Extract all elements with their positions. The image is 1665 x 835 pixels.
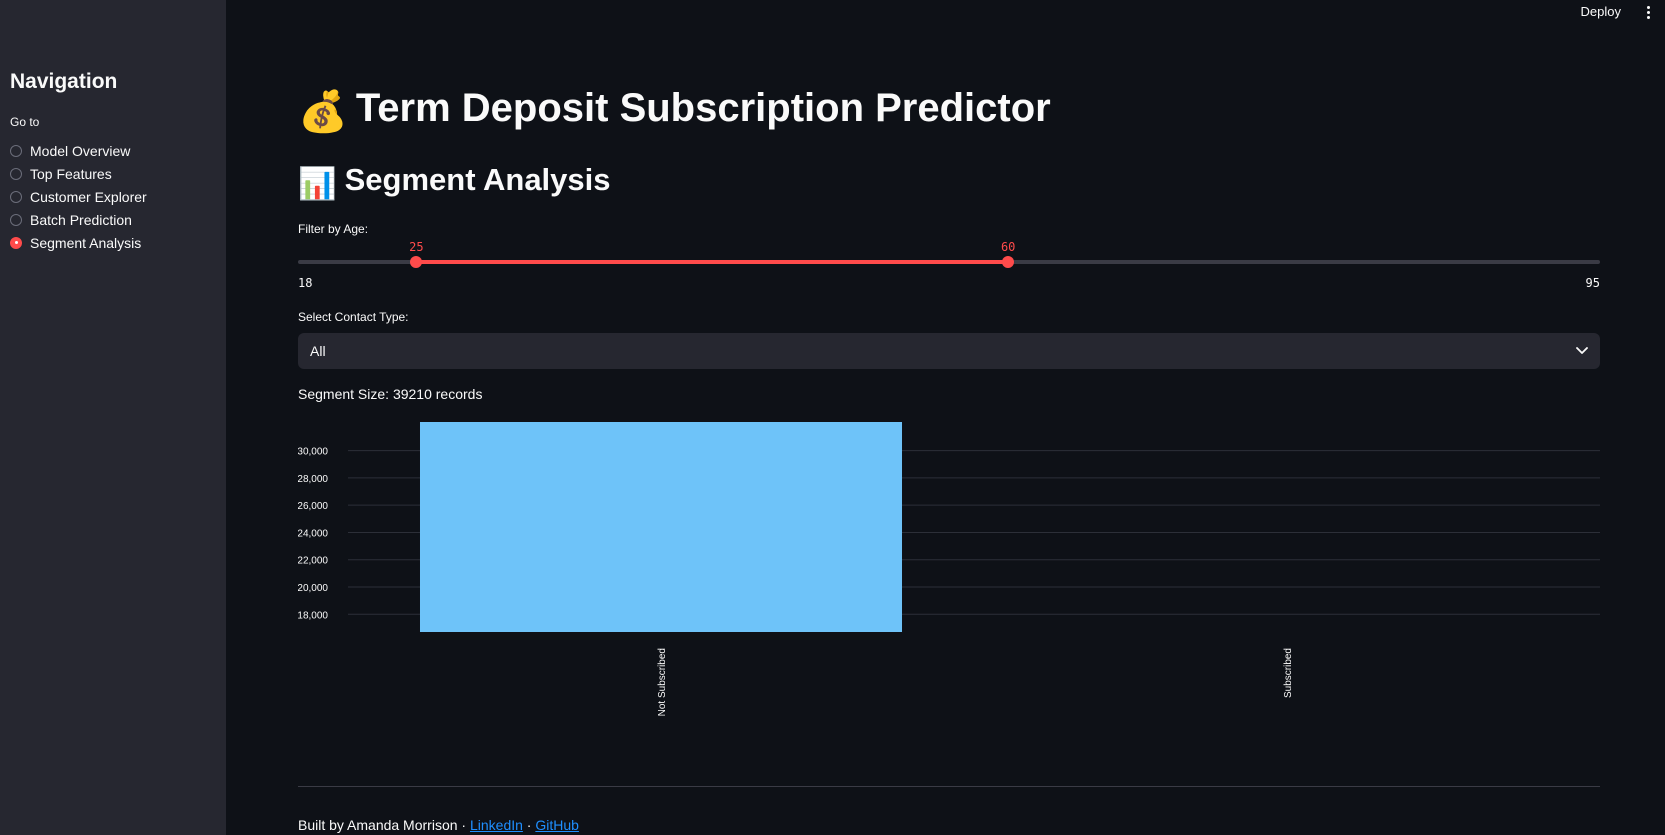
linkedin-link[interactable]: LinkedIn xyxy=(470,817,523,833)
radio-icon[interactable] xyxy=(10,144,22,157)
page-title: 💰 Term Deposit Subscription Predictor xyxy=(298,86,1051,135)
nav-item-label: Batch Prediction xyxy=(30,211,132,228)
nav-item-label: Segment Analysis xyxy=(30,234,142,251)
nav-goto-label: Go to xyxy=(10,115,40,129)
radio-selected-icon[interactable] xyxy=(10,236,22,249)
more-vertical-icon[interactable] xyxy=(1643,4,1653,20)
radio-icon[interactable] xyxy=(10,190,22,203)
divider xyxy=(298,786,1600,787)
x-tick-label: Subscribed xyxy=(1283,648,1294,698)
footer-separator: · xyxy=(522,817,536,833)
age-slider-max: 95 xyxy=(1585,276,1600,290)
section-title: 📊 Segment Analysis xyxy=(298,162,611,202)
github-link[interactable]: GitHub xyxy=(535,817,579,833)
contact-type-label: Select Contact Type: xyxy=(298,310,409,324)
y-tick-label: 28,000 xyxy=(298,474,328,485)
nav-item-label: Model Overview xyxy=(30,142,131,159)
chevron-down-icon xyxy=(1576,347,1588,354)
x-tick-label: Not Subscribed xyxy=(657,648,668,716)
radio-icon[interactable] xyxy=(10,167,22,180)
age-slider-low-thumb[interactable] xyxy=(410,256,423,268)
footer: Built by Amanda Morrison · LinkedIn · Gi… xyxy=(298,817,579,833)
sidebar: Navigation Go to Model Overview Top Feat… xyxy=(0,0,226,835)
age-filter-label: Filter by Age: xyxy=(298,222,369,236)
nav-item-label: Top Features xyxy=(30,165,112,182)
nav-radio-group: Model Overview Top Features Customer Exp… xyxy=(10,139,147,254)
nav-item-customer-explorer[interactable]: Customer Explorer xyxy=(10,185,147,208)
nav-item-segment-analysis[interactable]: Segment Analysis xyxy=(10,231,147,254)
contact-type-select[interactable]: All xyxy=(298,333,1600,369)
section-title-text: Segment Analysis xyxy=(344,162,611,197)
segment-size-text: Segment Size: 39210 records xyxy=(298,386,483,402)
nav-item-batch-prediction[interactable]: Batch Prediction xyxy=(10,208,147,231)
money-bag-icon: 💰 xyxy=(298,90,348,134)
age-slider-low-value: 25 xyxy=(409,240,424,254)
main-content: 💰 Term Deposit Subscription Predictor 📊 Se… xyxy=(298,0,1600,835)
y-tick-label: 26,000 xyxy=(298,501,328,512)
y-tick-label: 20,000 xyxy=(298,583,328,594)
y-tick-label: 18,000 xyxy=(298,610,328,621)
nav-item-label: Customer Explorer xyxy=(30,188,147,205)
age-slider-fill xyxy=(416,260,1009,264)
bar xyxy=(419,422,903,632)
y-tick-label: 22,000 xyxy=(298,556,328,567)
age-slider-high-value: 60 xyxy=(1000,240,1016,254)
nav-item-model-overview[interactable]: Model Overview xyxy=(10,139,147,162)
bar-chart: 18,000 20,000 22,000 24,000 26,000 28,000 30,0… xyxy=(298,422,1600,716)
y-tick-label: 30,000 xyxy=(298,447,328,458)
footer-text: Built by Amanda Morrison · xyxy=(298,817,470,833)
y-tick-label: 24,000 xyxy=(298,528,328,539)
radio-icon[interactable] xyxy=(10,213,22,226)
age-slider-high-thumb[interactable] xyxy=(1002,256,1015,268)
bar-chart-icon: 📊 xyxy=(298,166,337,201)
contact-type-value: All xyxy=(310,343,326,359)
age-slider-min: 18 xyxy=(298,276,313,290)
nav-item-top-features[interactable]: Top Features xyxy=(10,162,147,185)
sidebar-title: Navigation xyxy=(10,70,118,93)
page-title-text: Term Deposit Subscription Predictor xyxy=(355,86,1051,130)
